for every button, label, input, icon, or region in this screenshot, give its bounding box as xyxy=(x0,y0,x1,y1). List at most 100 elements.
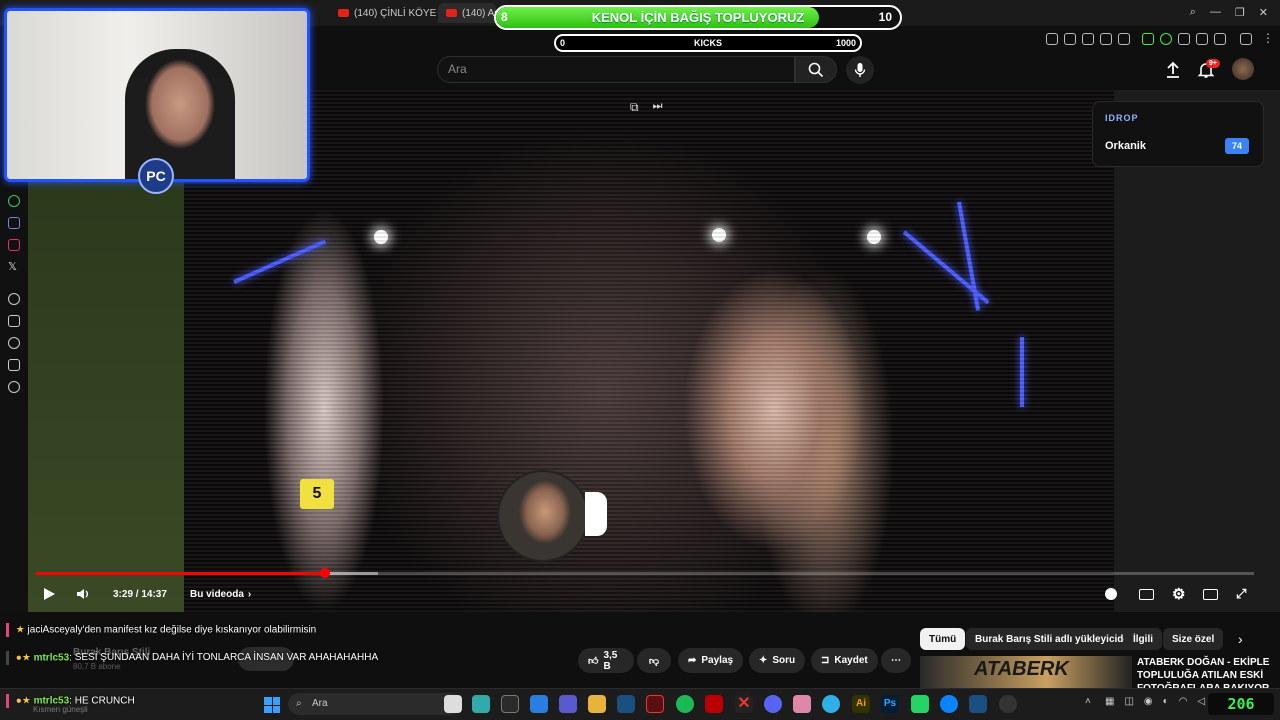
guest-facecam xyxy=(497,470,589,562)
send-icon[interactable] xyxy=(8,315,20,327)
tray-icon[interactable]: ▦ xyxy=(1105,696,1114,707)
x-twitter-icon[interactable]: 𝕏 xyxy=(8,261,20,273)
search-button[interactable] xyxy=(795,56,837,83)
close-app-icon[interactable]: ✕ xyxy=(735,695,753,713)
video-player[interactable] xyxy=(184,90,1114,612)
tray-chevron-icon[interactable]: ˄ xyxy=(1085,696,1091,707)
app-icon[interactable] xyxy=(501,695,519,713)
chip-related[interactable]: İlgili xyxy=(1124,628,1162,650)
taskbar-search[interactable]: ⌕ Ara xyxy=(288,693,462,715)
thumbs-up-icon: 👍︎ xyxy=(588,655,599,667)
progress-scrubber[interactable] xyxy=(320,568,330,578)
dislike-button[interactable]: 👎︎ xyxy=(637,648,671,673)
restore-icon[interactable]: ❐ xyxy=(1235,6,1245,19)
clock-icon[interactable] xyxy=(8,337,20,349)
settings-gear-icon: ⚙ xyxy=(1172,586,1186,603)
photoshop-icon[interactable]: Ps xyxy=(881,695,899,713)
task-view-icon[interactable] xyxy=(444,695,462,713)
browser-app-icon[interactable] xyxy=(472,695,490,713)
extension-icon[interactable] xyxy=(1046,33,1058,45)
steam-icon[interactable] xyxy=(617,695,635,713)
volume-button[interactable] xyxy=(76,582,90,606)
notification-badge: 9+ xyxy=(1206,59,1220,68)
more-actions-button[interactable]: ⋯ xyxy=(881,648,911,673)
search-input[interactable]: Ara xyxy=(437,56,795,83)
kicks-target: 1000 xyxy=(835,38,856,48)
share-button[interactable]: ➦ Paylaş xyxy=(678,648,744,673)
play-icon xyxy=(44,588,55,600)
puzzle-icon[interactable] xyxy=(8,359,20,371)
play-button[interactable] xyxy=(42,582,56,606)
extension-icon[interactable] xyxy=(1178,33,1190,45)
chat-username[interactable]: mtrlc53 xyxy=(34,653,70,664)
sparkle-icon: ✦ xyxy=(759,655,768,666)
discord-icon[interactable] xyxy=(764,695,782,713)
download-icon[interactable] xyxy=(1214,33,1226,45)
next-icon[interactable]: ⏭ xyxy=(653,100,663,115)
wifi-icon[interactable]: ◠ xyxy=(1179,696,1188,707)
edge-icon[interactable] xyxy=(940,695,958,713)
extension-icon[interactable] xyxy=(1064,33,1076,45)
whatsapp-icon[interactable] xyxy=(8,195,20,207)
extension-icon[interactable] xyxy=(1082,33,1094,45)
kick-extension-icon[interactable] xyxy=(1142,33,1154,45)
recommendation-thumbnail[interactable]: ATABERK xyxy=(920,656,1132,690)
chevron-right-icon[interactable]: › xyxy=(1238,631,1243,647)
chapter-label: Bu videoda xyxy=(190,588,244,600)
app-icon[interactable] xyxy=(999,695,1017,713)
chip-all[interactable]: Tümü xyxy=(920,628,966,650)
fullscreen-button[interactable]: ⤢ xyxy=(1236,582,1246,606)
instagram-icon[interactable] xyxy=(8,239,20,251)
side-rail: 𝕏 xyxy=(0,182,28,612)
opera-gx-icon[interactable] xyxy=(646,695,664,713)
tray-icon[interactable]: ◐ xyxy=(1163,696,1169,707)
start-button[interactable] xyxy=(264,697,280,713)
spotify-icon[interactable] xyxy=(676,695,694,713)
discord-icon[interactable] xyxy=(8,217,20,229)
illustrator-icon[interactable]: Ai xyxy=(852,695,870,713)
file-explorer-icon[interactable] xyxy=(588,695,606,713)
autoplay-toggle[interactable] xyxy=(1105,582,1117,606)
steam-icon[interactable] xyxy=(969,695,987,713)
ai-icon[interactable] xyxy=(1240,33,1252,45)
browser-tab-active[interactable]: (140) Aso xyxy=(438,3,496,23)
ask-button[interactable]: ✦ Soru xyxy=(749,648,806,673)
chip-for-you[interactable]: Size özel xyxy=(1163,628,1224,650)
app-icon[interactable] xyxy=(705,695,723,713)
miniplayer-icon[interactable]: ⧉ xyxy=(630,100,639,115)
speaker-icon[interactable]: ◁ xyxy=(1197,696,1205,707)
extension-icon[interactable] xyxy=(1160,33,1172,45)
kicks-label: KICKS xyxy=(693,38,722,48)
tray-icon[interactable]: ◫ xyxy=(1124,696,1133,707)
upload-icon[interactable] xyxy=(1163,60,1183,80)
whatsapp-icon[interactable] xyxy=(911,695,929,713)
chapter-button[interactable]: Bu videoda › xyxy=(190,582,251,606)
tray-icon[interactable]: ◉ xyxy=(1144,696,1153,707)
like-button[interactable]: 👍︎ 3,5 B xyxy=(578,648,634,673)
voice-search-button[interactable] xyxy=(846,56,874,84)
extension-icon[interactable] xyxy=(1100,33,1112,45)
close-icon[interactable]: ✕ xyxy=(1259,6,1268,19)
minimize-icon[interactable]: — xyxy=(1210,6,1221,19)
settings-icon[interactable] xyxy=(8,381,20,393)
app-icon[interactable] xyxy=(559,695,577,713)
chat-username[interactable]: mtrlc53 xyxy=(34,696,70,707)
play-circle-icon[interactable] xyxy=(8,293,20,305)
app-icon[interactable] xyxy=(822,695,840,713)
theater-mode-button[interactable] xyxy=(1203,582,1218,606)
streamer-webcam xyxy=(4,8,310,182)
subtitles-button[interactable] xyxy=(1139,582,1154,606)
chat-message: ★ jaciAsceyaly'den manifest kız değilse … xyxy=(6,623,316,637)
badge-icon: ●★ xyxy=(15,652,31,664)
account-avatar[interactable] xyxy=(1232,58,1254,80)
extension-icon[interactable] xyxy=(1196,33,1208,45)
chip-uploader[interactable]: Burak Barış Stili adlı yükleyiciden xyxy=(966,628,1145,650)
save-button[interactable]: ⊐ Kaydet xyxy=(811,648,878,673)
extension-icon[interactable] xyxy=(1118,33,1130,45)
more-icon[interactable]: ⋮ xyxy=(1262,32,1274,45)
settings-button[interactable]: ⚙ xyxy=(1172,582,1185,606)
browser-tab[interactable]: (140) ÇİNLİ KÖYE GİTTİM xyxy=(330,3,440,23)
vscode-icon[interactable] xyxy=(530,695,548,713)
search-tabs-icon[interactable]: ⌕ xyxy=(1190,6,1196,19)
photos-icon[interactable] xyxy=(793,695,811,713)
